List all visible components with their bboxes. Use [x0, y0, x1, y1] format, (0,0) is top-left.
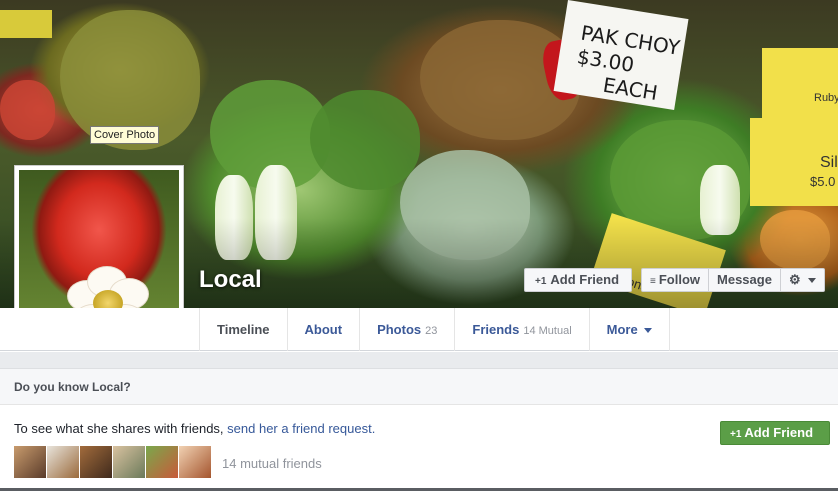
message-button[interactable]: Message	[709, 269, 781, 291]
tab-timeline[interactable]: Timeline	[199, 308, 287, 351]
tab-photos[interactable]: Photos 23	[359, 308, 454, 351]
profile-tabs: Timeline About Photos 23 Friends 14 Mutual…	[199, 308, 670, 351]
silver-sign: Sil $5.0	[750, 118, 838, 206]
sign-text: $5.0	[810, 174, 836, 189]
add-friend-icon: +1	[535, 276, 547, 287]
follow-button[interactable]: ≡ Follow	[642, 269, 710, 291]
price-sign-small	[0, 10, 52, 38]
ruby-sign: Ruby	[762, 48, 838, 118]
do-you-know-heading: Do you know Local?	[0, 369, 838, 405]
profile-image	[19, 170, 179, 330]
tab-about[interactable]: About	[286, 308, 360, 351]
tab-friends[interactable]: Friends 14 Mutual	[454, 308, 588, 351]
prompt-text: To see what she shares with friends,	[14, 421, 228, 436]
do-you-know-box: Do you know Local? To see what she share…	[0, 368, 838, 488]
send-friend-request-link[interactable]: send her a friend request.	[227, 421, 375, 436]
profile-tab-bar: Timeline About Photos 23 Friends 14 Mutual…	[0, 308, 838, 351]
chevron-down-icon	[643, 328, 652, 334]
sign-text: Sil	[820, 154, 838, 171]
settings-dropdown-button[interactable]: ⚙	[781, 269, 824, 291]
mutual-friend-avatar[interactable]	[80, 446, 112, 478]
gear-icon: ⚙	[788, 272, 801, 287]
mutual-friends-count[interactable]: 14 mutual friends	[222, 456, 322, 471]
mutual-friend-avatar[interactable]	[146, 446, 178, 478]
cover-photo-tooltip: Cover Photo	[90, 126, 160, 144]
mutual-friend-avatar[interactable]	[113, 446, 145, 478]
sign-text: Ruby	[814, 92, 838, 104]
tab-more[interactable]: More	[588, 308, 670, 351]
friend-request-prompt: To see what she shares with friends, sen…	[14, 421, 375, 436]
add-friend-label: Add Friend	[744, 425, 814, 440]
pak-choy-sign: PAK CHOY $3.00 EACH	[553, 0, 689, 110]
tab-label: Photos	[377, 322, 422, 337]
profile-action-group: ≡ Follow Message ⚙	[641, 268, 826, 292]
tab-label: More	[606, 322, 638, 337]
add-friend-icon: +1	[730, 429, 742, 440]
watermelon-shape	[0, 80, 55, 140]
tab-label: About	[304, 322, 343, 337]
mutual-friend-avatar[interactable]	[14, 446, 46, 478]
tab-count: 14 Mutual	[523, 325, 572, 337]
tab-count: 23	[425, 325, 438, 337]
follow-label: Follow	[658, 272, 701, 287]
section-divider	[0, 352, 838, 368]
tab-label: Friends	[472, 322, 520, 337]
add-friend-button[interactable]: +1 Add Friend	[524, 268, 632, 292]
profile-name[interactable]: Local	[199, 266, 262, 294]
leaf-shape	[310, 90, 420, 190]
tab-label: Timeline	[217, 322, 270, 337]
mutual-friend-avatar[interactable]	[47, 446, 79, 478]
add-friend-label: Add Friend	[550, 272, 620, 287]
rss-icon: ≡	[650, 276, 656, 287]
mutual-friend-avatar[interactable]	[179, 446, 211, 478]
chevron-down-icon	[808, 278, 817, 284]
message-label: Message	[717, 272, 772, 287]
mutual-friends-thumbnails	[14, 446, 211, 478]
add-friend-button-secondary[interactable]: +1 Add Friend	[720, 421, 830, 445]
